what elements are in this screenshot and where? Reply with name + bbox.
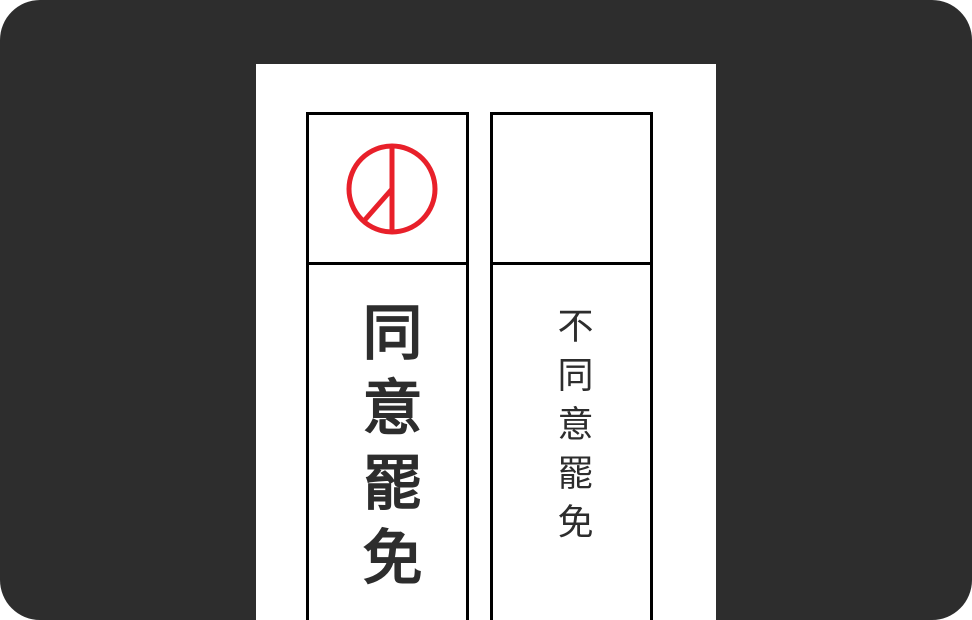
screen-frame: 同意罷免 不同意罷免 (0, 0, 972, 620)
agree-recall-label: 同意罷免 (352, 301, 422, 601)
disagree-recall-option[interactable]: 不同意罷免 (490, 112, 653, 620)
recall-ballot: 同意罷免 不同意罷免 (256, 64, 716, 620)
disagree-label-cell: 不同意罷免 (493, 265, 650, 620)
disagree-stamp-box[interactable] (493, 115, 650, 265)
agree-recall-option[interactable]: 同意罷免 (306, 112, 469, 620)
agree-stamp-box[interactable] (309, 115, 466, 265)
agree-label-cell: 同意罷免 (309, 265, 466, 620)
voting-stamp-icon (346, 143, 438, 235)
disagree-recall-label: 不同意罷免 (551, 307, 593, 552)
